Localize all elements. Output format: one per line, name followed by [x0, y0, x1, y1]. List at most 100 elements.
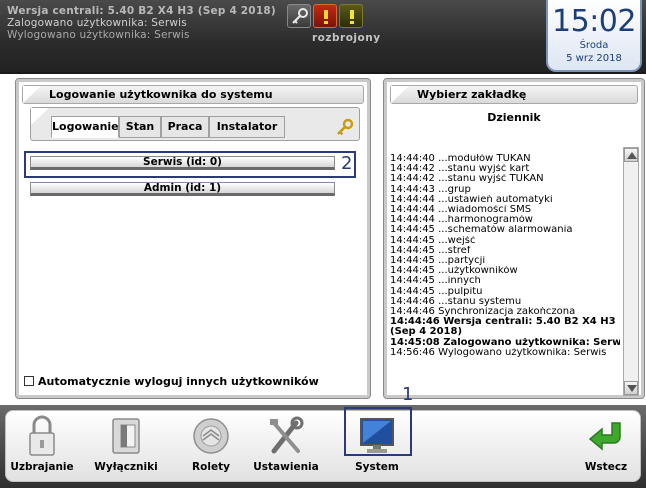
bottom-nav-inner: Uzbrajanie Wyłączniki Rolety Ustawienia …	[5, 410, 641, 482]
log-entry-time: 14:44:43	[390, 184, 435, 195]
log-entry-time: 14:44:46	[390, 296, 435, 307]
log-entry: (Sep 4 2018)	[390, 327, 620, 337]
log-entry: 14:44:46 Wersja centrali: 5.40 B2 X4 H3	[390, 317, 620, 327]
clock-widget: 15:02 Środa 5 wrz 2018	[546, 0, 642, 72]
key-icon[interactable]	[335, 118, 355, 141]
nav-ustawienia-button[interactable]: Ustawienia	[246, 415, 326, 477]
log-panel: Wybierz zakładkę Dziennik 14:44:40 ...mo…	[383, 78, 645, 399]
scroll-down-button[interactable]	[624, 381, 638, 395]
log-entry-text: ...ustawień automatyki	[438, 194, 553, 205]
log-entry-text: ...stanu systemu	[438, 296, 522, 307]
clock-day: Środa	[579, 40, 609, 51]
log-entry: 14:44:45 ...schematów alarmowania	[390, 225, 620, 235]
log-entry: 14:44:45 ...użytkowników	[390, 266, 620, 276]
login-panel-title: Logowanie użytkownika do systemu	[22, 85, 364, 104]
log-entry-text: Synchronizacja zakończona	[438, 307, 576, 318]
nav-rolety-button[interactable]: Rolety	[180, 415, 242, 477]
nav-rolety-label: Rolety	[192, 461, 230, 473]
log-entry: 14:44:44 ...harmonogramów	[390, 215, 620, 225]
nav-wstecz-button[interactable]: Wstecz	[576, 415, 636, 477]
alarm-icon[interactable]	[313, 4, 337, 28]
log-entry-text: ...modułów TUKAN	[438, 154, 531, 164]
log-entry-time: 14:44:45	[390, 276, 435, 287]
log-entry-time: 14:44:46	[390, 307, 435, 318]
log-entry: 14:44:45 ...stref	[390, 246, 620, 256]
annotation-box-1	[344, 407, 412, 456]
annotation-number-1: 1	[402, 384, 414, 405]
header-logout-message: Wylogowano użytkownika: Serwis	[7, 29, 190, 41]
tab-select-title-text: Wybierz zakładkę	[417, 88, 527, 101]
clock-time: 15:02	[552, 4, 636, 39]
log-entry-text: ...pulpitu	[438, 286, 483, 297]
log-entry-time: 14:44:40	[390, 154, 435, 164]
log-entry-text: Zalogowano użytkownika: Serwis	[443, 337, 620, 348]
nav-wylaczniki-label: Wyłączniki	[94, 461, 158, 473]
nav-system-label: System	[355, 461, 399, 473]
nav-wstecz-label: Wstecz	[584, 461, 628, 473]
key-icon[interactable]	[287, 4, 311, 28]
auto-logout-checkbox[interactable]: Automatycznie wyloguj innych użytkownikó…	[24, 375, 319, 388]
title-corner-decoration	[23, 86, 41, 103]
nav-wylaczniki-button[interactable]: Wyłączniki	[82, 415, 170, 477]
log-entry: 14:44:46 Synchronizacja zakończona	[390, 307, 620, 317]
log-entry-time: 14:44:45	[390, 286, 435, 297]
log-entry-time: 14:56:46	[390, 347, 435, 358]
chevron-down-icon	[627, 385, 637, 392]
auto-logout-label: Automatycznie wyloguj innych użytkownikó…	[38, 375, 319, 388]
log-entry-text: ...schematów alarmowania	[438, 225, 573, 236]
log-entry-time: 14:44:44	[390, 194, 435, 205]
chevron-up-icon	[627, 152, 637, 159]
log-entry-time: 14:44:45	[390, 245, 435, 256]
log-entry-text: ...harmonogramów	[438, 215, 533, 226]
warning-icon[interactable]	[339, 4, 363, 28]
scroll-up-button[interactable]	[624, 148, 638, 162]
log-entry-text: ...partycji	[438, 256, 486, 267]
wall-switch-icon	[112, 418, 140, 454]
log-entry-time: 14:44:44	[390, 215, 435, 226]
header-bar: Wersja centrali: 5.40 B2 X4 H3 (Sep 4 20…	[0, 0, 646, 74]
header-login-message: Zalogowano użytkownika: Serwis	[7, 17, 187, 29]
log-entry: 14:56:46 Wylogowano użytkownika: Serwis	[390, 348, 620, 358]
user-button-admin[interactable]: Admin (id: 1)	[30, 182, 335, 196]
log-entry-time: 14:44:46	[390, 317, 440, 328]
log-heading: Dziennik	[487, 111, 541, 124]
log-entry-time: 14:44:45	[390, 235, 435, 246]
log-entry: 14:44:46 ...stanu systemu	[390, 297, 620, 307]
log-entry: 14:44:44 ...ustawień automatyki	[390, 195, 620, 205]
log-entry: 14:44:40 ...modułów TUKAN	[390, 154, 620, 164]
log-entry-time: 14:44:44	[390, 205, 435, 216]
tab-praca[interactable]: Praca	[161, 116, 209, 138]
log-entry-text: ...stanu wyjść kart	[438, 164, 530, 175]
log-entry: 14:44:43 ...grup	[390, 185, 620, 195]
clock-date: 5 wrz 2018	[566, 53, 622, 64]
log-entry: 14:44:42 ...stanu wyjść kart	[390, 164, 620, 174]
tab-instalator[interactable]: Instalator	[209, 116, 285, 138]
nav-ustawienia-label: Ustawienia	[253, 461, 319, 473]
log-entry-time: 14:44:42	[390, 174, 435, 185]
log-entry-text: (Sep 4 2018)	[390, 327, 463, 338]
event-log-list[interactable]: 14:44:40 ...modułów TUKAN 14:44:42 ...sta…	[390, 154, 620, 358]
login-panel-title-text: Logowanie użytkownika do systemu	[49, 88, 273, 101]
log-entry-text: ...grup	[438, 184, 471, 195]
checkbox-box[interactable]	[24, 376, 34, 386]
bottom-nav-bar: Uzbrajanie Wyłączniki Rolety Ustawienia …	[0, 405, 646, 488]
arming-status: rozbrojony	[312, 32, 381, 44]
login-tab-bar: Logowanie Stan Praca Instalator	[30, 107, 360, 141]
log-entry-time: 14:45:08	[390, 337, 440, 348]
back-arrow-icon	[588, 422, 621, 451]
nav-uzbrajanie-button[interactable]: Uzbrajanie	[8, 415, 76, 477]
annotation-box-2	[24, 151, 356, 178]
log-entry: 14:44:45 ...partycji	[390, 256, 620, 266]
header-firmware-version: Wersja centrali: 5.40 B2 X4 H3 (Sep 4 20…	[7, 5, 276, 17]
title-corner-decoration	[391, 86, 409, 103]
tab-logowanie[interactable]: Logowanie	[51, 116, 119, 138]
tab-stan[interactable]: Stan	[119, 116, 161, 138]
nav-uzbrajanie-label: Uzbrajanie	[10, 461, 74, 473]
log-entry-text: ...innych	[438, 276, 481, 287]
tab-select-title[interactable]: Wybierz zakładkę	[390, 85, 638, 104]
log-entry-text: ...użytkowników	[438, 266, 518, 277]
log-scrollbar[interactable]	[623, 147, 639, 396]
log-entry: 14:44:45 ...innych	[390, 276, 620, 286]
login-panel: Logowanie użytkownika do systemu Logowan…	[15, 78, 371, 399]
annotation-number-2: 2	[341, 153, 353, 174]
